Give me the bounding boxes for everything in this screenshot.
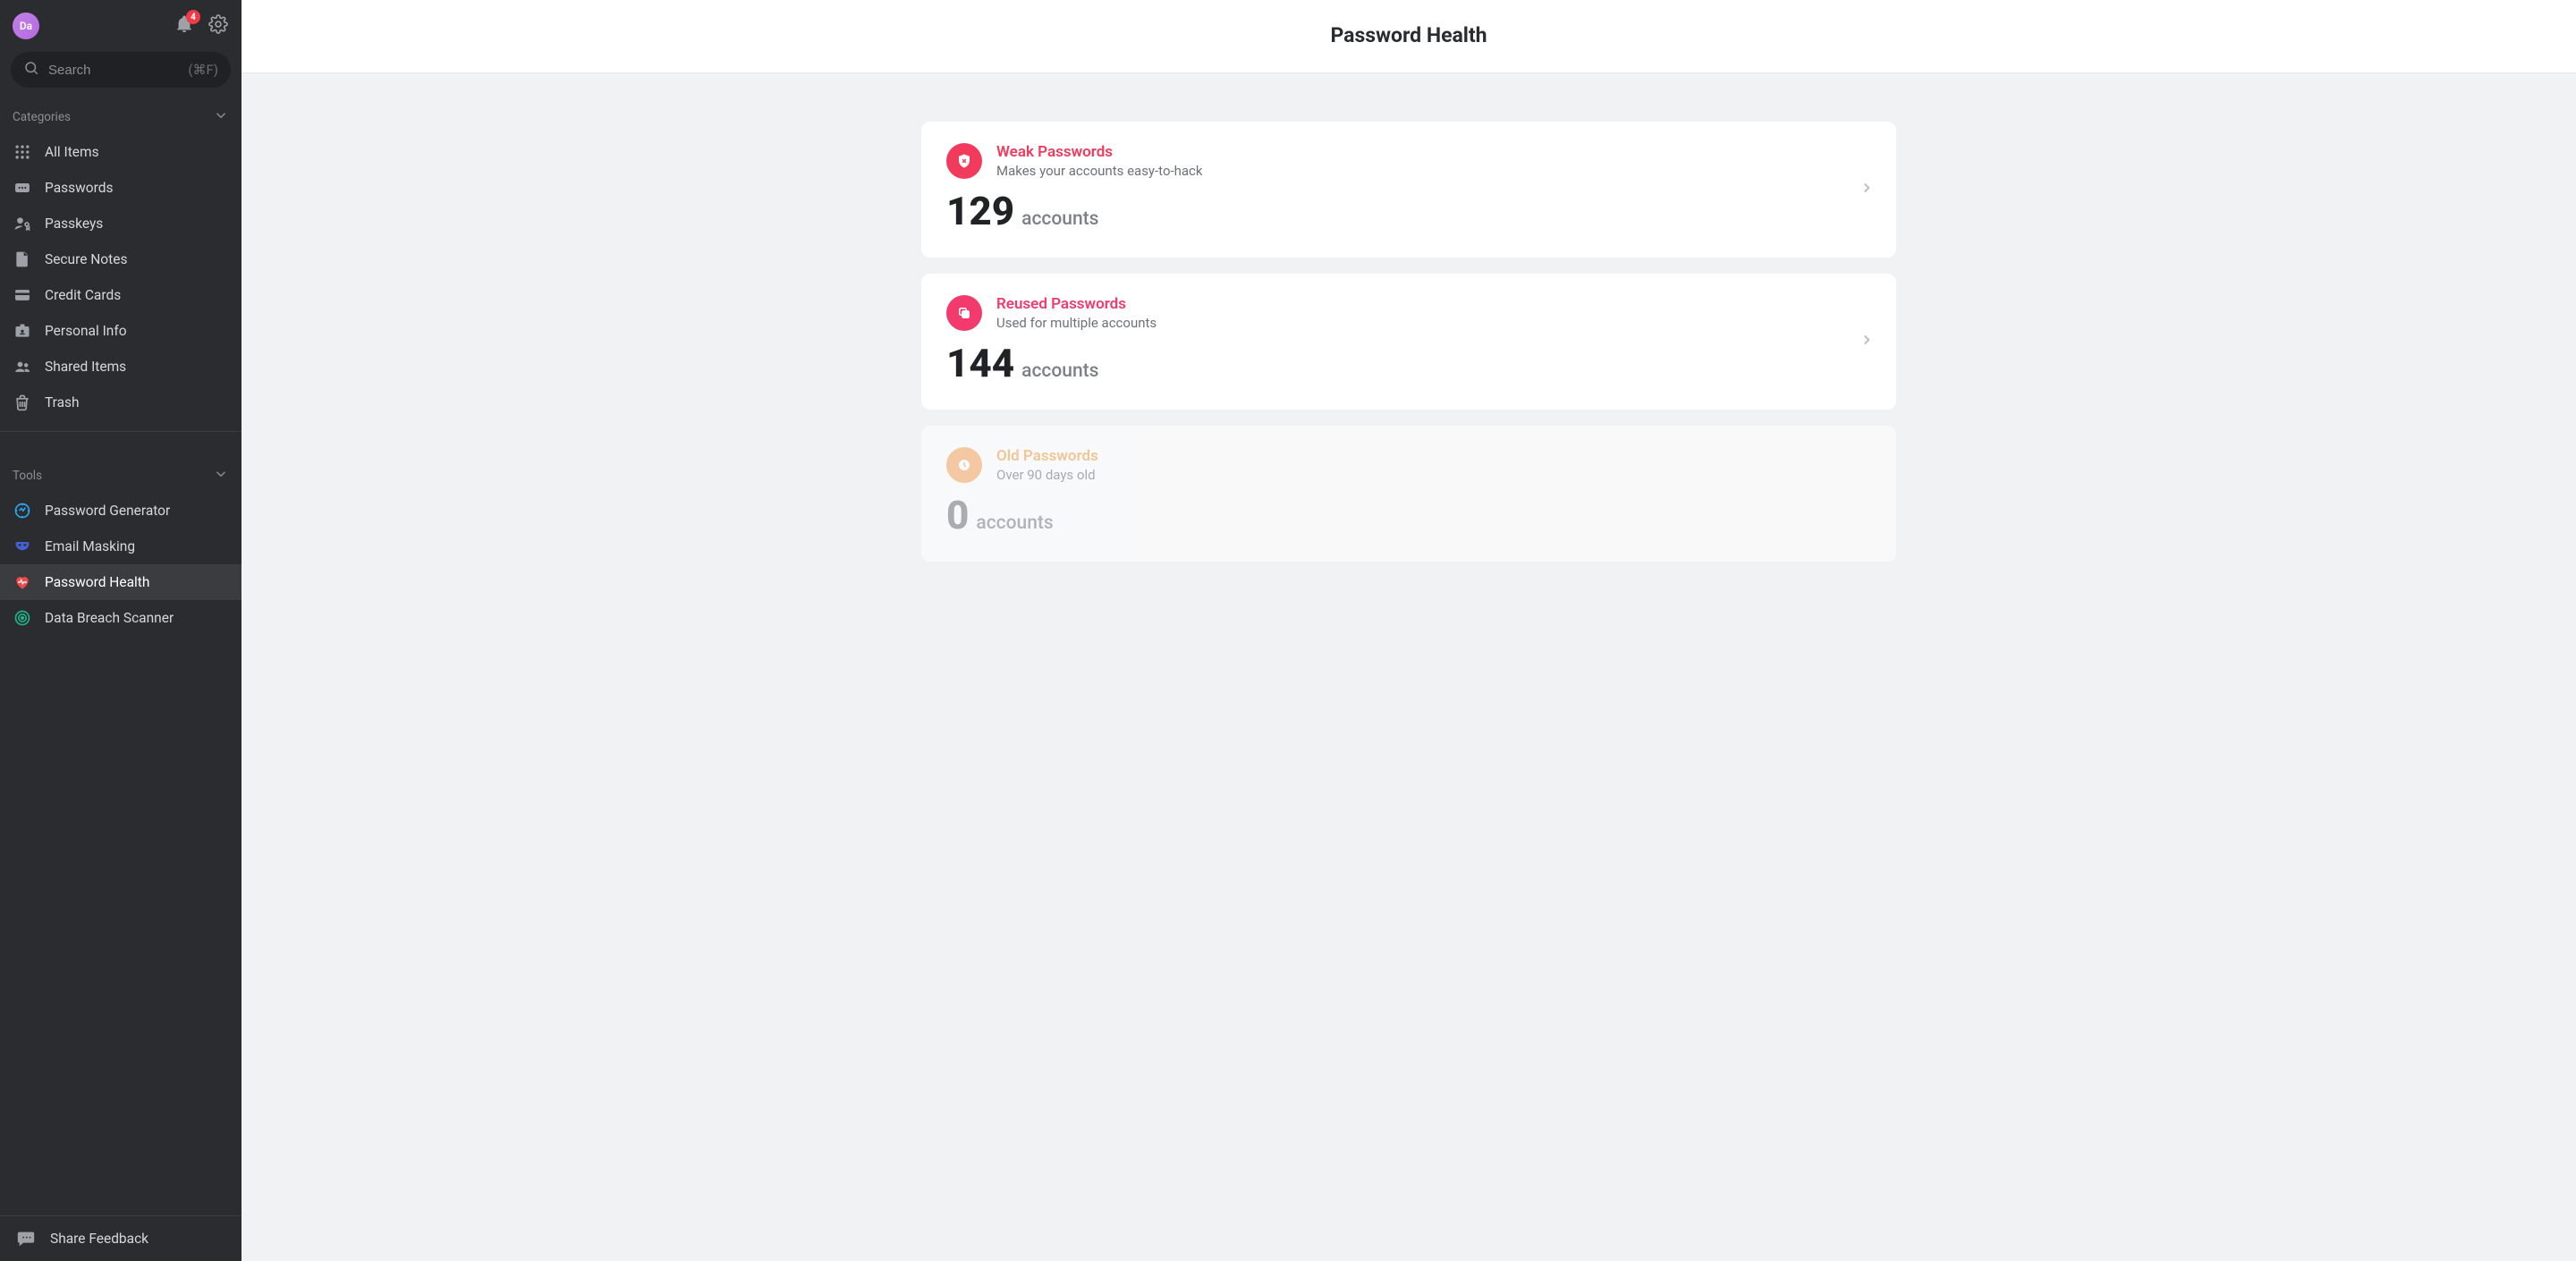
sidebar-item-label: Email Masking <box>45 538 135 554</box>
credit-card-icon <box>13 285 32 305</box>
sidebar-item-label: Passwords <box>45 180 113 196</box>
sidebar: Da 4 ( <box>0 0 242 1261</box>
sidebar-item-shared-items[interactable]: Shared Items <box>0 349 242 385</box>
card-unit: accounts <box>1021 360 1098 382</box>
chevron-right-icon <box>1859 180 1875 199</box>
sidebar-item-label: Shared Items <box>45 359 126 375</box>
main: Password Health Weak Passwords Makes you… <box>242 0 2576 1261</box>
card-count: 0 <box>946 492 969 538</box>
categories-list: All Items Passwords Passkeys <box>0 134 242 420</box>
sidebar-item-passkeys[interactable]: Passkeys <box>0 206 242 241</box>
sidebar-item-label: Trash <box>45 394 80 410</box>
sidebar-item-credit-cards[interactable]: Credit Cards <box>0 277 242 313</box>
sidebar-item-all-items[interactable]: All Items <box>0 134 242 170</box>
sidebar-item-label: Credit Cards <box>45 287 121 303</box>
password-icon <box>13 178 32 198</box>
sidebar-item-label: Secure Notes <box>45 251 127 267</box>
sidebar-item-label: Password Health <box>45 574 149 590</box>
main-header: Password Health <box>242 0 2576 73</box>
section-tools-label: Tools <box>13 469 42 483</box>
sidebar-item-label: Personal Info <box>45 323 127 339</box>
search-icon <box>23 60 48 80</box>
avatar[interactable]: Da <box>13 13 39 39</box>
notifications-badge: 4 <box>186 10 200 24</box>
passkey-icon <box>13 214 32 233</box>
card-title: Old Passwords <box>996 447 1098 465</box>
shield-x-icon <box>946 143 982 179</box>
chevron-right-icon <box>1859 332 1875 351</box>
sidebar-item-label: Data Breach Scanner <box>45 610 174 626</box>
id-card-icon <box>13 321 32 341</box>
gear-icon <box>208 14 228 38</box>
notifications-button[interactable]: 4 <box>174 15 195 37</box>
top-icons: 4 <box>174 15 229 37</box>
sidebar-item-data-breach-scanner[interactable]: Data Breach Scanner <box>0 600 242 636</box>
note-icon <box>13 250 32 269</box>
search-input-wrap[interactable]: (⌘F) <box>11 52 231 88</box>
section-categories-label: Categories <box>13 110 71 124</box>
tools-list: Password Generator Email Masking Passwor… <box>0 493 242 636</box>
card-old-passwords[interactable]: Old Passwords Over 90 days old 0 account… <box>921 426 1896 562</box>
sidebar-item-secure-notes[interactable]: Secure Notes <box>0 241 242 277</box>
sidebar-item-label: Password Generator <box>45 503 170 519</box>
search-container: (⌘F) <box>0 45 242 98</box>
card-weak-passwords[interactable]: Weak Passwords Makes your accounts easy-… <box>921 122 1896 258</box>
trash-icon <box>13 393 32 412</box>
card-title: Reused Passwords <box>996 295 1157 313</box>
page-title: Password Health <box>242 23 2576 47</box>
card-count: 144 <box>946 340 1014 386</box>
grid-icon <box>13 142 32 162</box>
sidebar-item-email-masking[interactable]: Email Masking <box>0 529 242 564</box>
generator-icon <box>13 501 32 520</box>
sidebar-item-password-generator[interactable]: Password Generator <box>0 493 242 529</box>
card-subtitle: Makes your accounts easy-to-hack <box>996 163 1203 179</box>
share-feedback-label: Share Feedback <box>50 1231 148 1247</box>
sidebar-item-passwords[interactable]: Passwords <box>0 170 242 206</box>
sidebar-item-label: Passkeys <box>45 216 103 232</box>
sidebar-item-label: All Items <box>45 144 99 160</box>
settings-button[interactable] <box>208 15 229 37</box>
card-subtitle: Over 90 days old <box>996 467 1098 483</box>
section-categories[interactable]: Categories <box>0 98 242 134</box>
card-reused-passwords[interactable]: Reused Passwords Used for multiple accou… <box>921 274 1896 410</box>
clock-icon <box>946 447 982 483</box>
sidebar-item-password-health[interactable]: Password Health <box>0 564 242 600</box>
section-tools[interactable]: Tools <box>0 457 242 493</box>
card-title: Weak Passwords <box>996 143 1203 161</box>
people-icon <box>13 357 32 377</box>
sidebar-top: Da 4 <box>0 0 242 45</box>
card-unit: accounts <box>1021 208 1098 230</box>
card-unit: accounts <box>976 512 1053 534</box>
copy-icon <box>946 295 982 331</box>
mask-icon <box>13 537 32 556</box>
sidebar-item-trash[interactable]: Trash <box>0 385 242 420</box>
heart-pulse-icon <box>13 572 32 592</box>
share-feedback-button[interactable]: Share Feedback <box>0 1215 242 1261</box>
search-shortcut-hint: (⌘F) <box>188 62 218 78</box>
target-icon <box>13 608 32 628</box>
chevron-down-icon <box>213 107 229 127</box>
content: Weak Passwords Makes your accounts easy-… <box>242 73 2576 1261</box>
search-input[interactable] <box>48 63 184 78</box>
card-count: 129 <box>946 188 1014 234</box>
card-subtitle: Used for multiple accounts <box>996 315 1157 331</box>
sidebar-item-personal-info[interactable]: Personal Info <box>0 313 242 349</box>
chat-icon <box>16 1229 36 1248</box>
chevron-down-icon <box>213 466 229 486</box>
cards: Weak Passwords Makes your accounts easy-… <box>921 122 1896 562</box>
